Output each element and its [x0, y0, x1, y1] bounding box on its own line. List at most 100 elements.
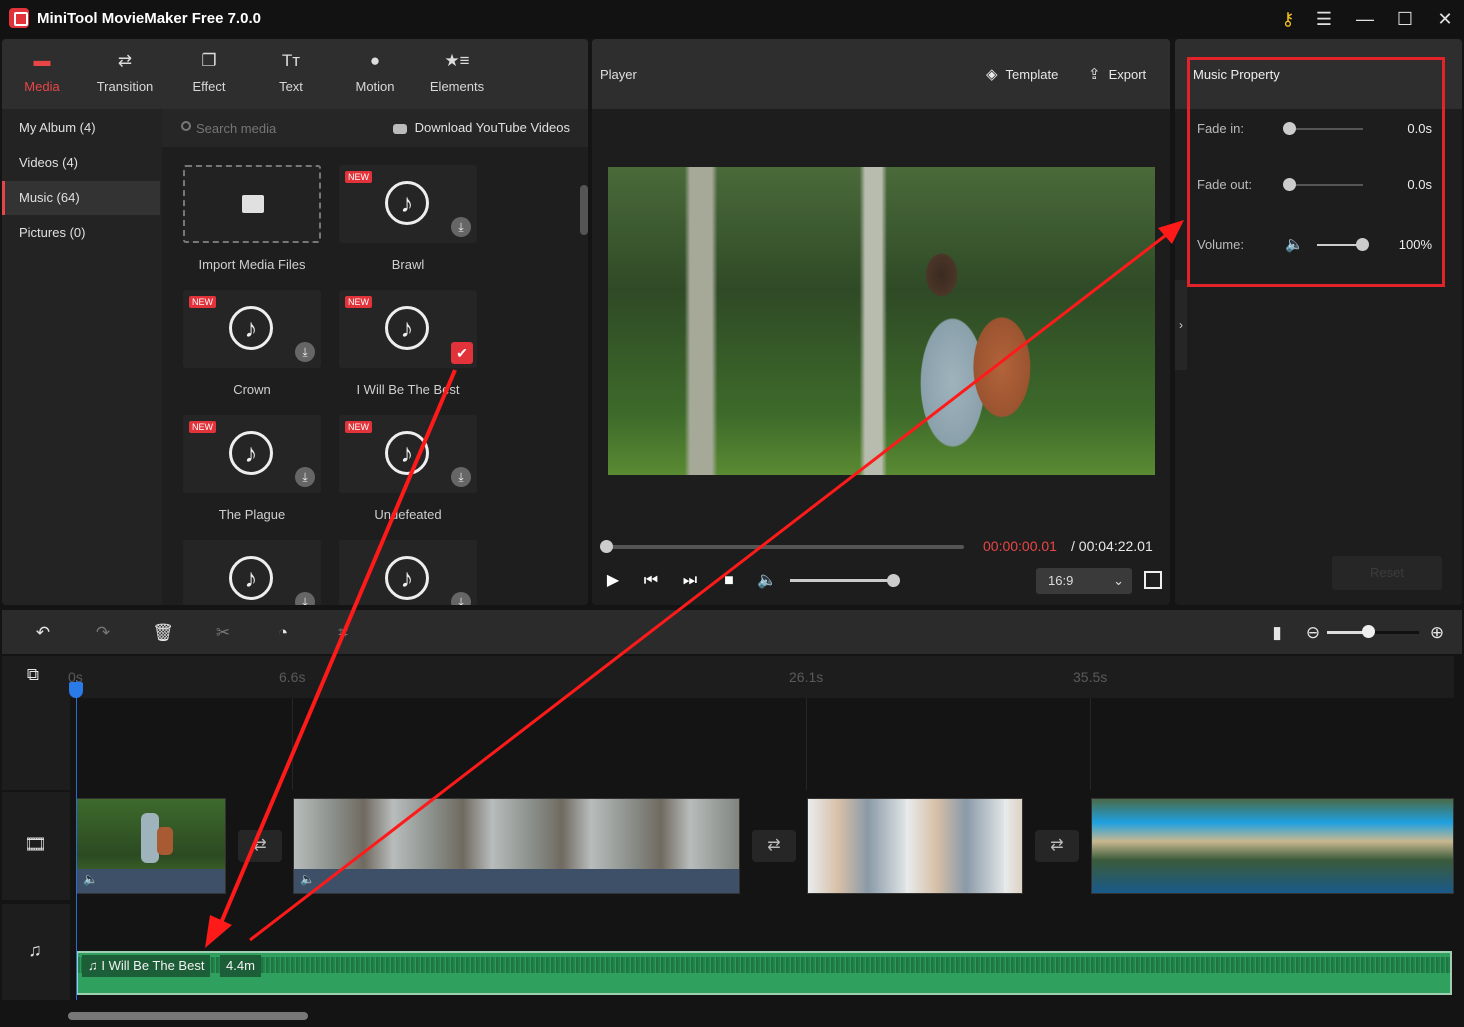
volume-icon[interactable]: 🔈	[1285, 235, 1304, 253]
media-panel: ▬ Media ⇄ Transition ❐ Effect Tт Text ● …	[2, 39, 588, 605]
new-badge: NEW	[345, 171, 372, 183]
minimize-icon[interactable]: —	[1351, 6, 1379, 32]
transition-slot[interactable]: ⇄	[752, 830, 796, 862]
transition-slot[interactable]: ⇄	[1035, 830, 1079, 862]
reset-button[interactable]: Reset	[1332, 556, 1442, 590]
volume-icon[interactable]: 🔈	[756, 571, 778, 591]
music-clip-title-text: I Will Be The Best	[101, 958, 205, 973]
download-icon[interactable]: ⤓	[451, 592, 471, 605]
zoom-out-icon[interactable]: ⊖	[1302, 622, 1324, 644]
volume-label: Volume:	[1197, 237, 1244, 252]
seek-bar[interactable]	[606, 545, 964, 549]
timeline-horizontal-scrollbar[interactable]	[68, 1012, 308, 1020]
clip-audio-bar: 🔈	[294, 869, 739, 893]
split-icon[interactable]: ✂	[212, 622, 234, 644]
video-clip-forest-hiker[interactable]: 🔈	[76, 798, 226, 894]
video-clip-couple[interactable]	[807, 798, 1023, 894]
music-card-undefeated[interactable]: NEW ⤓	[339, 415, 477, 493]
gridline	[292, 698, 293, 790]
menu-icon[interactable]: ☰	[1310, 6, 1338, 32]
stop-icon[interactable]: ■	[718, 571, 740, 591]
undo-icon[interactable]: ↶	[32, 622, 54, 644]
timeline-ruler[interactable]: ⧉ 0s 6.6s 26.1s 35.5s	[2, 656, 1454, 698]
close-icon[interactable]: ✕	[1431, 6, 1459, 32]
fit-timeline-icon[interactable]: ▮	[1266, 622, 1288, 644]
download-youtube-link[interactable]: Download YouTube Videos	[392, 120, 570, 135]
download-icon[interactable]: ⤓	[451, 217, 471, 237]
previous-frame-icon[interactable]: ⏮	[640, 571, 662, 591]
seek-handle[interactable]	[600, 540, 613, 553]
fade-out-slider[interactable]	[1285, 184, 1363, 186]
tab-transition[interactable]: ⇄ Transition	[85, 39, 165, 109]
media-scrollbar[interactable]	[580, 185, 588, 235]
fade-in-row: Fade in: 0.0s	[1175, 117, 1462, 141]
video-clip-balloons[interactable]: 🔈	[293, 798, 740, 894]
fade-in-handle[interactable]	[1283, 122, 1296, 135]
clip-volume-icon[interactable]: 🔈	[83, 872, 98, 886]
music-note-icon	[385, 181, 429, 225]
clip-volume-icon[interactable]: 🔈	[300, 872, 315, 886]
music-card-crown[interactable]: NEW ⤓	[183, 290, 321, 368]
music-card[interactable]: ⤓	[339, 540, 477, 605]
tab-label: Motion	[355, 79, 395, 94]
tab-motion[interactable]: ● Motion	[335, 39, 415, 109]
category-music[interactable]: Music (64)	[2, 181, 160, 215]
add-track-icon[interactable]: ⧉	[22, 664, 44, 686]
tab-text[interactable]: Tт Text	[251, 39, 331, 109]
tab-elements[interactable]: ★≡ Elements	[417, 39, 497, 109]
next-frame-icon[interactable]: ⏭	[679, 571, 701, 591]
maximize-icon[interactable]: ☐	[1391, 6, 1419, 32]
transition-slot[interactable]: ⇄	[238, 830, 282, 862]
category-videos[interactable]: Videos (4)	[2, 146, 160, 180]
property-title: Music Property	[1193, 67, 1280, 82]
playhead-handle[interactable]	[69, 682, 83, 698]
player-header: Player ◈ Template ⇪ Export	[592, 39, 1170, 109]
crop-icon[interactable]: ⌗	[332, 622, 354, 644]
music-clip-title: ♫ I Will Be The Best	[82, 955, 211, 977]
music-card-the-plague[interactable]: NEW ⤓	[183, 415, 321, 493]
player-volume-slider[interactable]	[790, 579, 894, 582]
download-icon[interactable]: ⤓	[451, 467, 471, 487]
timeline-zoom-handle[interactable]	[1362, 625, 1375, 638]
download-icon[interactable]: ⤓	[295, 592, 315, 605]
export-button[interactable]: ⇪ Export	[1088, 65, 1146, 83]
delete-icon[interactable]: 🗑	[152, 622, 174, 644]
tab-effect[interactable]: ❐ Effect	[169, 39, 249, 109]
aspect-ratio-select[interactable]: 16:9 ⌄	[1036, 568, 1132, 594]
redo-icon[interactable]: ↷	[92, 622, 114, 644]
speed-icon[interactable]: ◔	[272, 622, 294, 644]
film-icon: 🎞	[24, 834, 47, 854]
tab-label: Transition	[96, 79, 154, 94]
music-track-header: ♫	[2, 904, 70, 1000]
added-check-icon[interactable]: ✔	[451, 342, 473, 364]
card-label: Crown	[233, 382, 271, 397]
category-pictures[interactable]: Pictures (0)	[2, 216, 160, 250]
download-icon[interactable]: ⤓	[295, 342, 315, 362]
search-input[interactable]	[176, 119, 376, 137]
fade-in-label: Fade in:	[1197, 121, 1244, 136]
fade-in-slider[interactable]	[1285, 128, 1363, 130]
fade-out-handle[interactable]	[1283, 178, 1296, 191]
search-bar: Download YouTube Videos	[162, 109, 588, 147]
template-button[interactable]: ◈ Template	[986, 65, 1058, 83]
tab-media[interactable]: ▬ Media	[2, 39, 82, 109]
key-icon[interactable]: ⚷	[1274, 6, 1302, 32]
music-card-i-will-be-the-best[interactable]: NEW ✔	[339, 290, 477, 368]
play-icon[interactable]: ▶	[602, 571, 624, 591]
music-track-icon: ♫	[28, 940, 42, 960]
player-volume-handle[interactable]	[887, 574, 900, 587]
music-clip[interactable]: ♫ I Will Be The Best 4.4m	[76, 951, 1452, 995]
video-preview[interactable]	[608, 167, 1155, 475]
music-card-brawl[interactable]: NEW ⤓	[339, 165, 477, 243]
import-media-card[interactable]	[183, 165, 321, 243]
zoom-in-icon[interactable]: ⊕	[1426, 622, 1448, 644]
music-card[interactable]: ⤓	[183, 540, 321, 605]
video-clip-coast[interactable]	[1091, 798, 1454, 894]
youtube-link-label: Download YouTube Videos	[414, 120, 570, 135]
download-icon[interactable]: ⤓	[295, 467, 315, 487]
chevron-right-icon[interactable]: ›	[1175, 280, 1187, 370]
music-volume-handle[interactable]	[1356, 238, 1369, 251]
category-my-album[interactable]: My Album (4)	[2, 111, 160, 145]
empty-track-header	[2, 698, 70, 790]
fullscreen-icon[interactable]	[1144, 571, 1162, 589]
